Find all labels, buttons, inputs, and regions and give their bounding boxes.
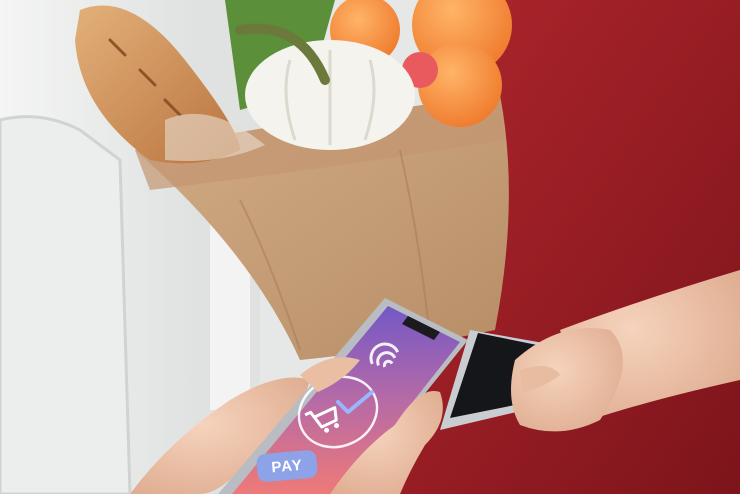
photo-scene: PAY — [0, 0, 740, 494]
door-panel — [0, 115, 132, 494]
pay-button-label: PAY — [271, 457, 304, 477]
scene-illustration: PAY — [0, 0, 740, 494]
pay-button[interactable]: PAY — [256, 449, 318, 482]
